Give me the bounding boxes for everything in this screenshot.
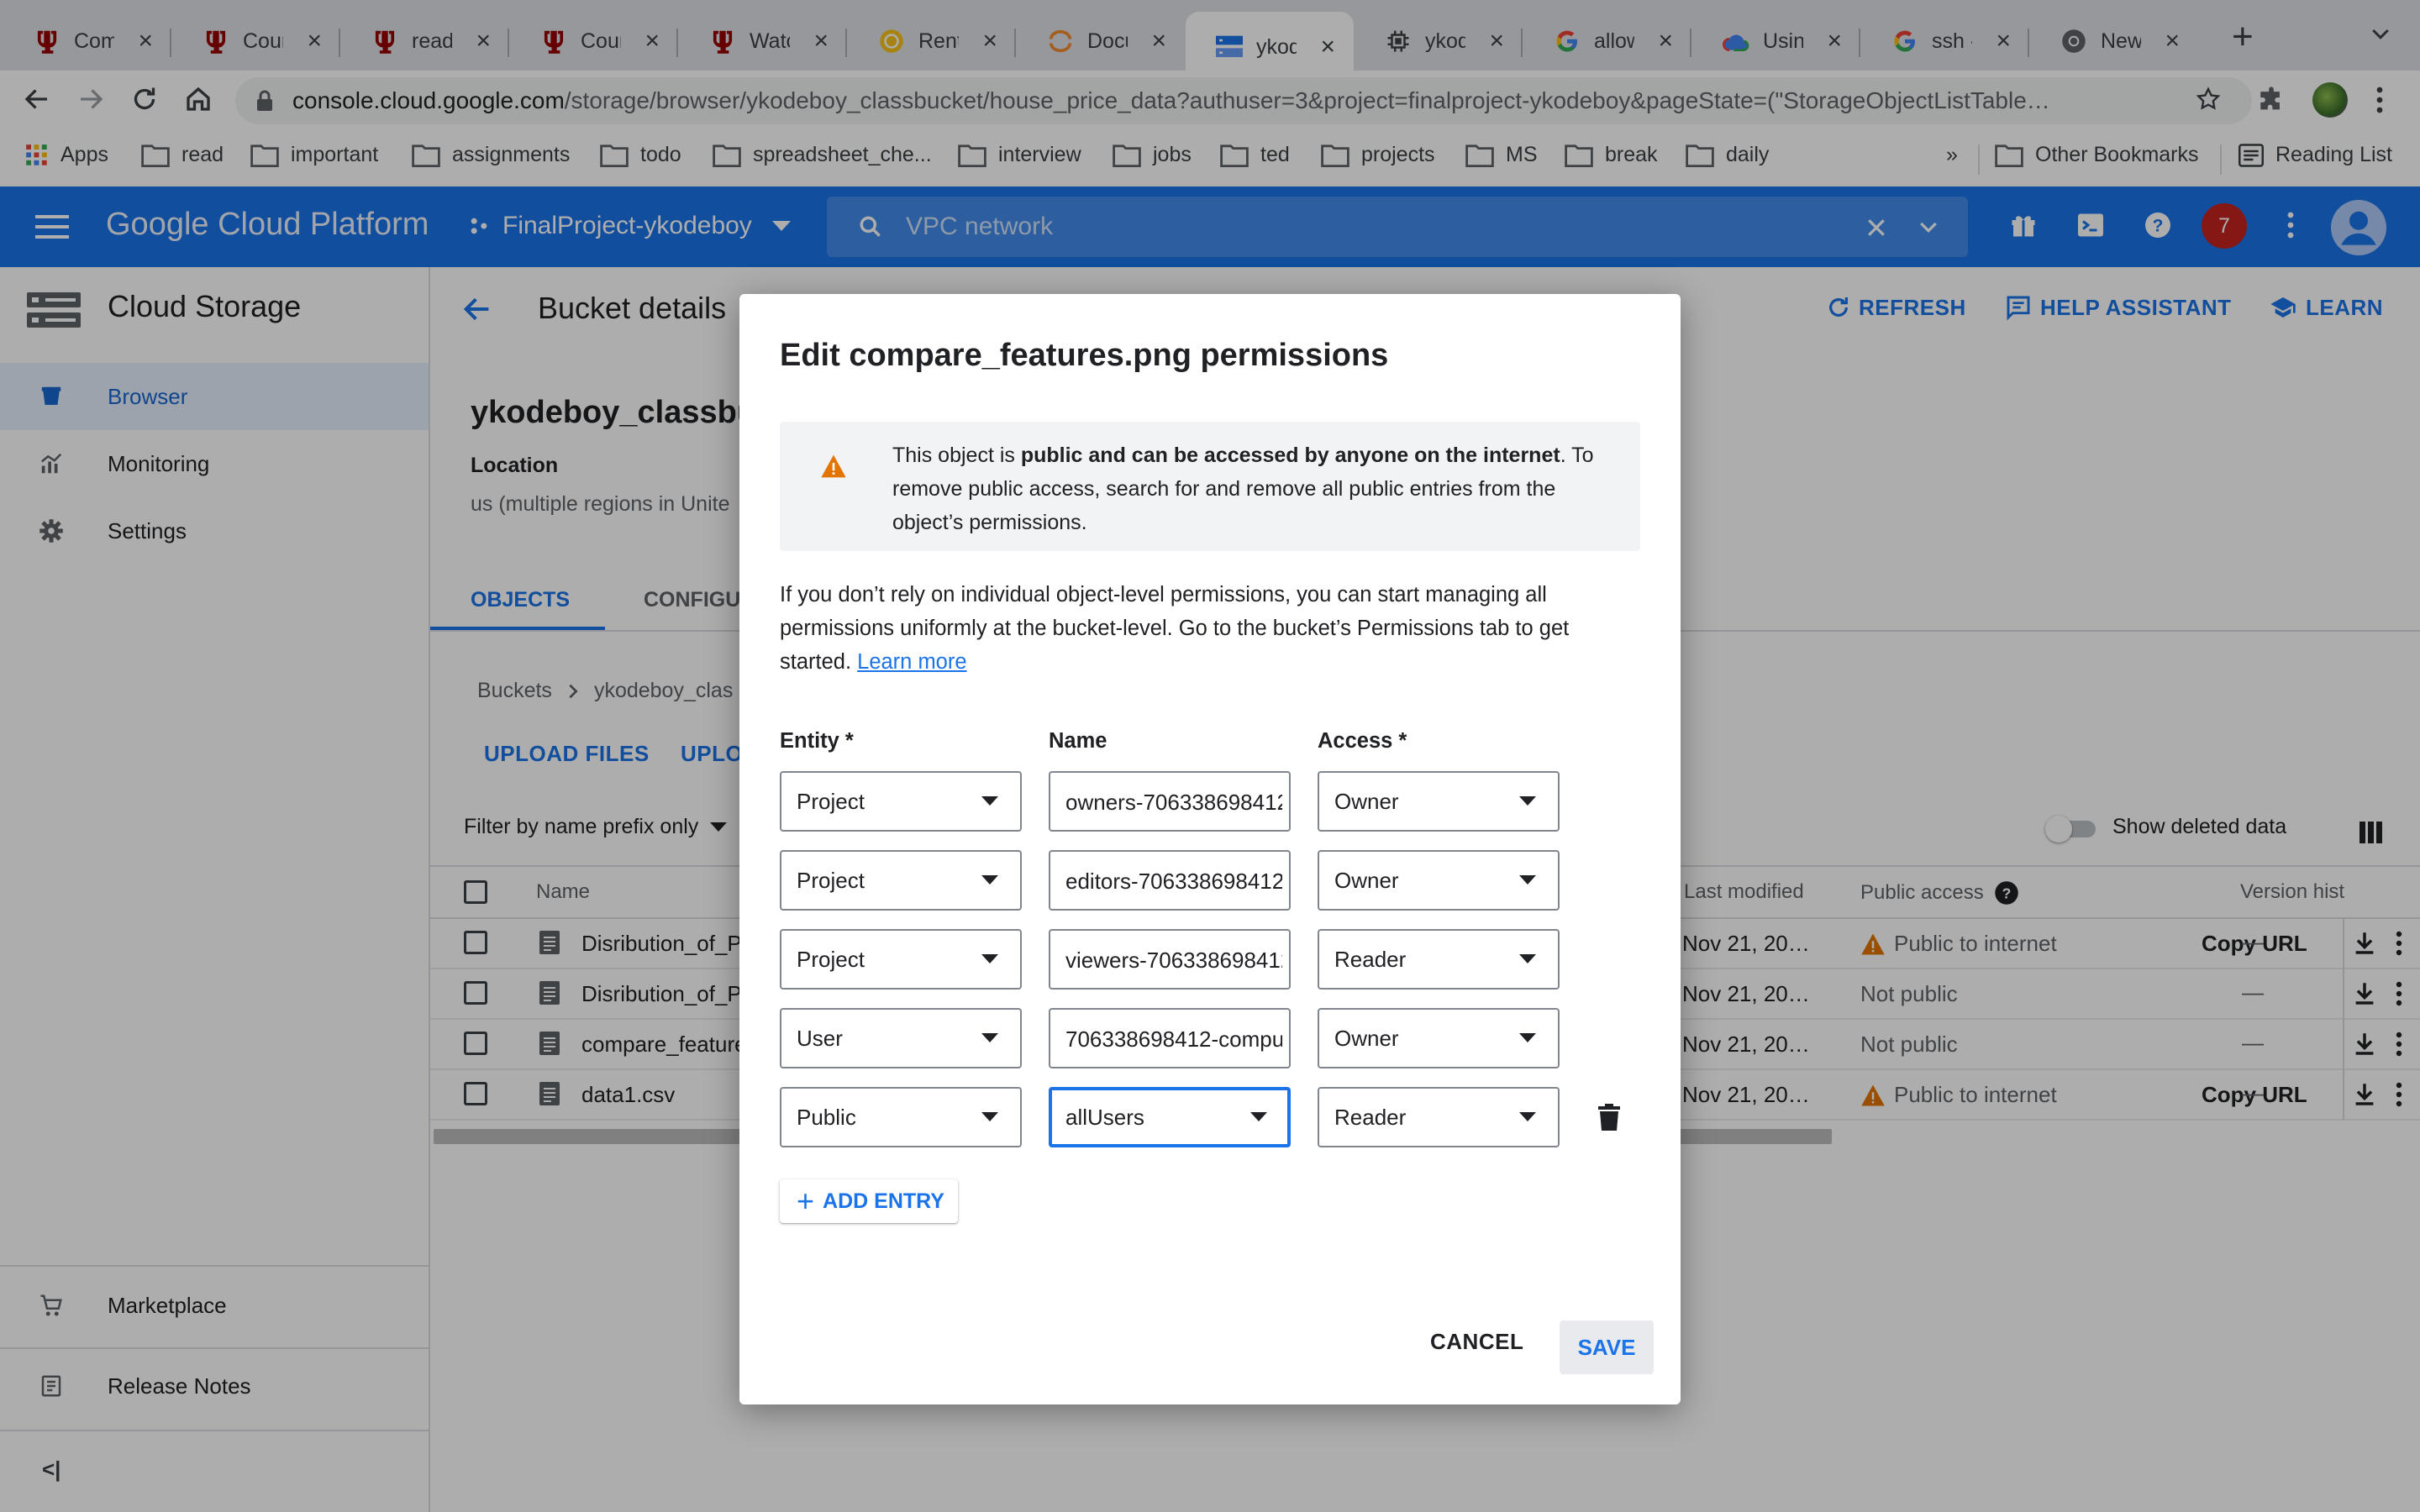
entity-select[interactable]: Project	[780, 929, 1022, 990]
name-input[interactable]: 706338698412-compute@developer.gservicea…	[1049, 1008, 1291, 1068]
plus-icon: +	[797, 1184, 815, 1218]
dropdown-arrow-icon	[1519, 1033, 1536, 1042]
dropdown-arrow-icon	[1519, 954, 1536, 963]
entity-select[interactable]: Project	[780, 771, 1022, 832]
dropdown-arrow-icon	[1519, 1112, 1536, 1121]
warning-text: This object is public and can be accesse…	[892, 444, 1594, 534]
dialog-title: Edit compare_features.png permissions	[780, 338, 1389, 373]
entity-column-header: Entity *	[780, 729, 854, 753]
name-input[interactable]: viewers-706338698412	[1049, 929, 1291, 990]
entity-select[interactable]: User	[780, 1008, 1022, 1068]
dropdown-arrow-icon	[981, 1033, 998, 1042]
save-button[interactable]: SAVE	[1560, 1320, 1654, 1374]
name-input[interactable]: owners-706338698412	[1049, 771, 1291, 832]
access-select[interactable]: Owner	[1318, 1008, 1560, 1068]
access-column-header: Access *	[1318, 729, 1407, 753]
public-warning-banner: This object is public and can be accesse…	[780, 422, 1640, 551]
entity-select[interactable]: Project	[780, 850, 1022, 911]
name-column-header: Name	[1049, 729, 1107, 753]
cancel-button[interactable]: CANCEL	[1430, 1329, 1523, 1355]
edit-permissions-dialog: Edit compare_features.png permissions Th…	[739, 294, 1681, 1404]
add-entry-button[interactable]: + ADD ENTRY	[780, 1179, 958, 1223]
uniform-access-info: If you don’t rely on individual object-l…	[780, 583, 1570, 674]
dropdown-arrow-icon	[981, 954, 998, 963]
dropdown-arrow-icon	[981, 1112, 998, 1121]
access-select[interactable]: Owner	[1318, 771, 1560, 832]
entity-select[interactable]: Public	[780, 1087, 1022, 1147]
warning-icon	[820, 454, 847, 479]
dropdown-arrow-icon	[1519, 875, 1536, 885]
dropdown-arrow-icon	[981, 875, 998, 885]
access-select[interactable]: Owner	[1318, 850, 1560, 911]
name-select[interactable]: allUsers	[1049, 1087, 1291, 1147]
dropdown-arrow-icon	[1519, 796, 1536, 806]
access-select[interactable]: Reader	[1318, 929, 1560, 990]
dropdown-arrow-icon	[981, 796, 998, 806]
name-input[interactable]: editors-706338698412	[1049, 850, 1291, 911]
delete-entry-trash-icon[interactable]	[1598, 1104, 1620, 1131]
dropdown-arrow-icon	[1250, 1112, 1267, 1121]
learn-more-link[interactable]: Learn more	[857, 650, 966, 674]
access-select[interactable]: Reader	[1318, 1087, 1560, 1147]
